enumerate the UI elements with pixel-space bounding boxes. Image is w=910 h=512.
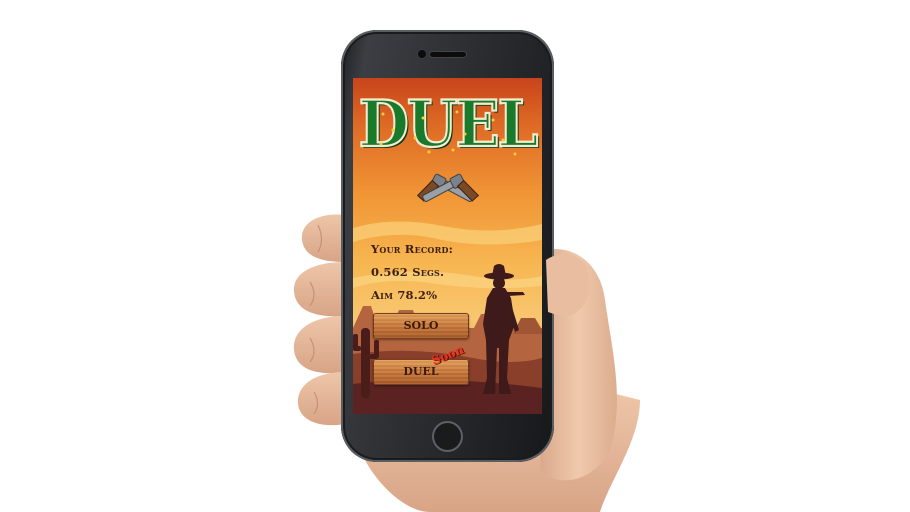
thumb-overlay	[546, 254, 590, 317]
marketing-scene: DUEL Your Record: 0.562 Segs. Aim 78.2% …	[0, 0, 910, 512]
